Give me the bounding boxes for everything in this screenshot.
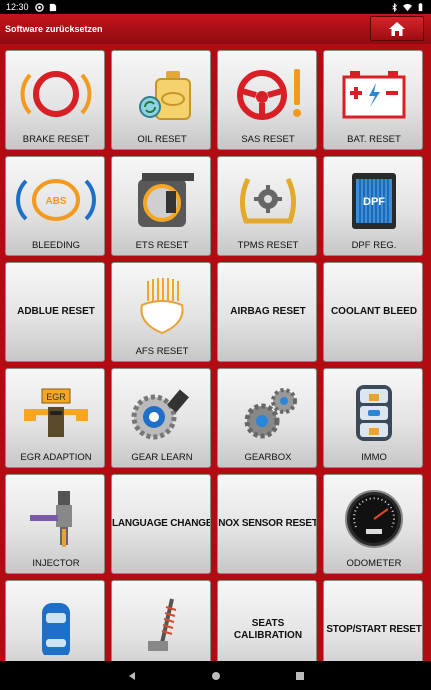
navigation-bar: [0, 661, 431, 690]
function-grid: BRAKE RESET OIL RESET SAS RESET BAT. RES…: [5, 50, 423, 661]
tile-injector[interactable]: INJECTOR: [5, 474, 105, 574]
tile-seats-calibration[interactable]: SEATS CALIBRATION: [217, 580, 317, 661]
tile-suspension[interactable]: [111, 580, 211, 661]
sd-card-icon: [49, 3, 56, 11]
tile-odometer[interactable]: ODOMETER: [323, 474, 423, 574]
injector-icon: [30, 491, 72, 547]
svg-text:EGR: EGR: [46, 392, 66, 402]
tile-label: COOLANT BLEED: [330, 306, 418, 317]
oil-can-icon: [139, 71, 191, 120]
suspension-icon: [148, 598, 177, 651]
tile-label: AIRBAG RESET: [230, 306, 306, 317]
tile-label: ETS RESET: [135, 240, 189, 251]
tile-label: TPMS RESET: [237, 240, 299, 251]
tile-label: DPF REG.: [351, 240, 397, 251]
tile-nox-sensor-reset[interactable]: NOX SENSOR RESET: [217, 474, 317, 574]
tile-tpms-reset[interactable]: TPMS RESET: [217, 156, 317, 256]
tile-bat-reset[interactable]: BAT. RESET: [323, 50, 423, 150]
tile-immo[interactable]: IMMO: [323, 368, 423, 468]
notification-icon: [34, 2, 44, 12]
tile-label: BLEEDING: [31, 240, 81, 251]
brake-warning-icon: [20, 71, 92, 117]
tile-label: ADBLUE RESET: [17, 306, 95, 317]
battery-status-icon: [418, 2, 423, 11]
page-title: Software zurücksetzen: [5, 24, 103, 34]
car-top-view-icon: [42, 603, 70, 655]
tile-label: SEATS CALIBRATION: [233, 618, 303, 641]
gear-sensor-icon: [131, 389, 190, 440]
tile-gearbox[interactable]: GEARBOX: [217, 368, 317, 468]
status-bar: 12:30: [0, 0, 431, 14]
dpf-filter-icon: DPF: [352, 173, 396, 229]
tile-label: BAT. RESET: [347, 134, 401, 145]
tile-oil-reset[interactable]: OIL RESET: [111, 50, 211, 150]
throttle-body-icon: [138, 173, 194, 227]
home-circle-icon[interactable]: [211, 671, 221, 681]
tile-sas-reset[interactable]: SAS RESET: [217, 50, 317, 150]
tile-label: GEARBOX: [244, 452, 292, 463]
tile-stop-start-reset[interactable]: STOP/START RESET: [323, 580, 423, 661]
back-icon[interactable]: [127, 671, 137, 681]
tile-adblue-reset[interactable]: ADBLUE RESET: [5, 262, 105, 362]
svg-text:ABS: ABS: [45, 196, 66, 207]
tile-gear-learn[interactable]: GEAR LEARN: [111, 368, 211, 468]
tile-bleeding[interactable]: ABS BLEEDING: [5, 156, 105, 256]
wifi-icon: [403, 3, 412, 11]
tile-coolant-bleed[interactable]: COOLANT BLEED: [323, 262, 423, 362]
function-grid-area[interactable]: BRAKE RESET OIL RESET SAS RESET BAT. RES…: [0, 44, 431, 661]
tile-language-change[interactable]: LANGUAGE CHANGE: [111, 474, 211, 574]
home-button[interactable]: [370, 16, 424, 41]
tile-label: OIL RESET: [137, 134, 187, 145]
car-key-lock-icon: [356, 385, 392, 441]
tile-car[interactable]: [5, 580, 105, 661]
speedometer-icon: [345, 490, 403, 548]
tile-label: GEAR LEARN: [131, 452, 193, 463]
tile-label: IMMO: [361, 452, 387, 463]
egr-valve-icon: EGR: [24, 388, 88, 437]
tile-label: AFS RESET: [135, 346, 189, 357]
tile-label: STOP/START RESET: [326, 624, 422, 635]
home-icon: [389, 21, 405, 36]
tile-label: INJECTOR: [32, 558, 80, 569]
tile-dpf-reg[interactable]: DPF DPF REG.: [323, 156, 423, 256]
bluetooth-icon: [392, 2, 397, 12]
tile-label: ODOMETER: [346, 558, 402, 569]
tile-brake-reset[interactable]: BRAKE RESET: [5, 50, 105, 150]
tile-label: NOX SENSOR RESET: [218, 518, 317, 529]
tile-label: BRAKE RESET: [22, 134, 90, 145]
tile-label: LANGUAGE CHANGE: [112, 518, 211, 529]
tire-pressure-icon: [240, 177, 296, 224]
title-bar: Software zurücksetzen: [0, 14, 431, 44]
tile-egr-adaption[interactable]: EGR EGR ADAPTION: [5, 368, 105, 468]
abs-icon: ABS: [16, 179, 96, 221]
tile-airbag-reset[interactable]: AIRBAG RESET: [217, 262, 317, 362]
tile-label: EGR ADAPTION: [20, 452, 92, 463]
gears-icon: [244, 388, 297, 439]
steering-wheel-warning-icon: [237, 69, 301, 120]
status-time: 12:30: [6, 2, 29, 12]
tile-afs-reset[interactable]: AFS RESET: [111, 262, 211, 362]
recents-icon[interactable]: [295, 671, 305, 681]
battery-icon: [342, 71, 406, 119]
tile-label: SAS RESET: [241, 134, 295, 145]
headlight-icon: [140, 278, 184, 335]
tile-ets-reset[interactable]: ETS RESET: [111, 156, 211, 256]
svg-text:DPF: DPF: [363, 196, 385, 208]
